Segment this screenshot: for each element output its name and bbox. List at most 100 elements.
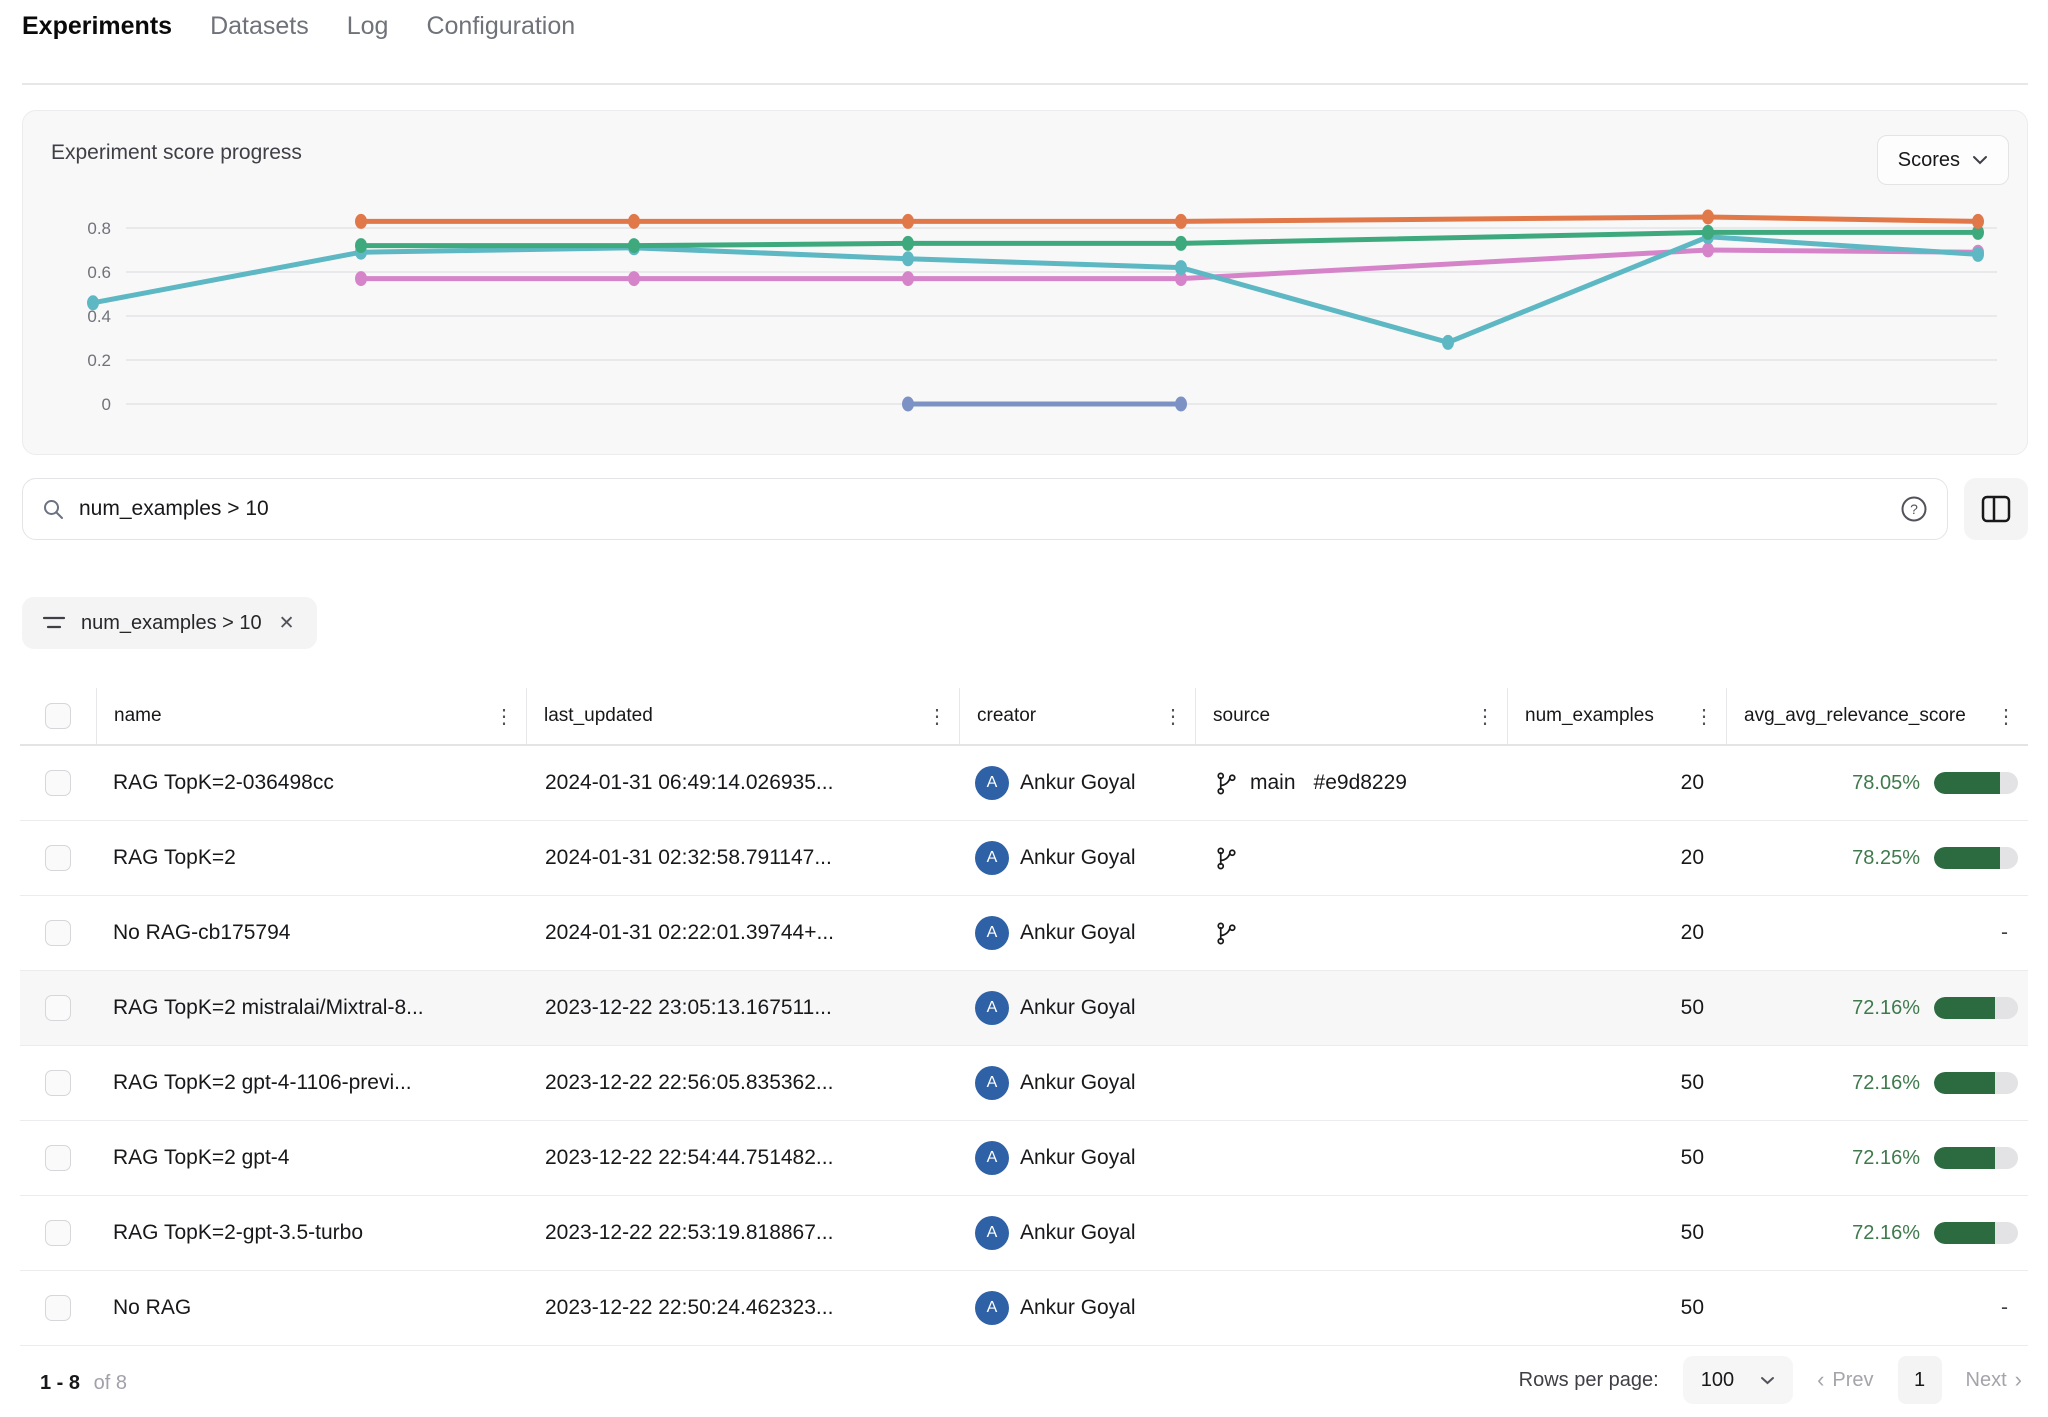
tab-configuration[interactable]: Configuration [426, 12, 575, 41]
row-checkbox[interactable] [45, 1220, 71, 1246]
creator-cell: AAnkur Goyal [959, 841, 1195, 875]
column-menu-icon[interactable]: ⋮ [927, 704, 959, 729]
filter-chip[interactable]: num_examples > 10 ✕ [22, 597, 317, 649]
experiment-name[interactable]: RAG TopK=2 mistralai/Mixtral-8... [96, 996, 526, 1020]
git-branch-icon-wrap [1215, 772, 1238, 795]
creator-cell: AAnkur Goyal [959, 1216, 1195, 1250]
prev-page-button[interactable]: ‹ Prev [1817, 1369, 1873, 1392]
column-header-last_updated[interactable]: last_updated⋮ [526, 688, 959, 744]
avatar: A [975, 1216, 1009, 1250]
source-cell: main#e9d8229 [1195, 771, 1507, 795]
table-row[interactable]: RAG TopK=2 mistralai/Mixtral-8...2023-12… [20, 971, 2028, 1046]
table-row[interactable]: RAG TopK=2 gpt-4-1106-previ...2023-12-22… [20, 1046, 2028, 1121]
row-checkbox[interactable] [45, 920, 71, 946]
score-percent: 78.25% [1852, 847, 1920, 870]
search-input[interactable] [79, 497, 1899, 521]
chevron-right-icon: › [2015, 1369, 2022, 1391]
creator-cell: AAnkur Goyal [959, 991, 1195, 1025]
column-menu-icon[interactable]: ⋮ [1996, 704, 2028, 729]
tab-datasets[interactable]: Datasets [210, 12, 309, 41]
search-icon [41, 497, 65, 521]
git-branch-icon [1215, 847, 1238, 870]
table-row[interactable]: RAG TopK=2-gpt-3.5-turbo2023-12-22 22:53… [20, 1196, 2028, 1271]
filter-chip-close-icon[interactable]: ✕ [277, 612, 297, 635]
relevance-score-cell: 78.25% [1726, 847, 2028, 870]
chevron-left-icon: ‹ [1817, 1369, 1824, 1391]
num-examples: 50 [1507, 1296, 1726, 1320]
last-updated: 2024-01-31 02:32:58.791147... [526, 846, 959, 870]
score-teal-point [902, 251, 914, 266]
column-menu-icon[interactable]: ⋮ [1475, 704, 1507, 729]
score-teal-point [87, 295, 99, 310]
table-row[interactable]: No RAG-cb1757942024-01-31 02:22:01.39744… [20, 896, 2028, 971]
experiment-name[interactable]: RAG TopK=2-gpt-3.5-turbo [96, 1221, 526, 1245]
experiment-name[interactable]: RAG TopK=2-036498cc [96, 771, 526, 795]
creator-name: Ankur Goyal [1020, 1296, 1136, 1320]
range-total-text: of 8 [94, 1372, 127, 1394]
current-page-button[interactable]: 1 [1898, 1356, 1942, 1404]
score-pink-point [355, 271, 367, 286]
row-checkbox[interactable] [45, 1070, 71, 1096]
relevance-score-cell: 78.05% [1726, 772, 2028, 795]
rows-per-page-select[interactable]: 100 [1683, 1356, 1793, 1404]
table-row[interactable]: RAG TopK=2-036498cc2024-01-31 06:49:14.0… [20, 746, 2028, 821]
score-pink-line [361, 250, 1978, 279]
table-row[interactable]: No RAG2023-12-22 22:50:24.462323...AAnku… [20, 1271, 2028, 1346]
search-bar[interactable]: ? [22, 478, 1948, 540]
experiment-name[interactable]: No RAG [96, 1296, 526, 1320]
filter-chip-label: num_examples > 10 [81, 612, 262, 635]
score-percent: 72.16% [1852, 1147, 1920, 1170]
table-row[interactable]: RAG TopK=22024-01-31 02:32:58.791147...A… [20, 821, 2028, 896]
prev-label: Prev [1832, 1369, 1873, 1392]
score-green-point [355, 238, 367, 253]
tab-log[interactable]: Log [347, 12, 389, 41]
tab-experiments[interactable]: Experiments [22, 12, 172, 41]
y-axis-tick: 0 [102, 395, 111, 414]
num-examples: 50 [1507, 1146, 1726, 1170]
score-blue-zero-point [902, 397, 914, 412]
split-panel-button[interactable] [1964, 478, 2028, 540]
row-checkbox[interactable] [45, 1145, 71, 1171]
column-header-source[interactable]: source⋮ [1195, 688, 1507, 744]
column-menu-icon[interactable]: ⋮ [494, 704, 526, 729]
next-page-button[interactable]: Next› [1966, 1369, 2022, 1392]
row-checkbox-cell [20, 995, 96, 1021]
score-orange-line [361, 217, 1978, 221]
select-all-checkbox[interactable] [45, 703, 71, 729]
column-header-name[interactable]: name⋮ [96, 688, 526, 744]
svg-text:?: ? [1910, 501, 1918, 517]
column-header-creator[interactable]: creator⋮ [959, 688, 1195, 744]
relevance-score-cell: - [1726, 1296, 2028, 1320]
score-bar [1934, 847, 2018, 869]
row-checkbox[interactable] [45, 1295, 71, 1321]
experiment-name[interactable]: No RAG-cb175794 [96, 921, 526, 945]
creator-cell: AAnkur Goyal [959, 766, 1195, 800]
scores-dropdown-button[interactable]: Scores [1877, 135, 2009, 185]
score-bar [1934, 1147, 2018, 1169]
row-checkbox[interactable] [45, 845, 71, 871]
relevance-score-cell: 72.16% [1726, 1147, 2028, 1170]
relevance-score-cell: 72.16% [1726, 1072, 2028, 1095]
git-branch-icon-wrap [1215, 922, 1238, 945]
scores-dropdown-label: Scores [1898, 149, 1960, 172]
y-axis-tick: 0.6 [87, 263, 111, 282]
row-checkbox[interactable] [45, 995, 71, 1021]
column-header-num_examples[interactable]: num_examples⋮ [1507, 688, 1726, 744]
creator-name: Ankur Goyal [1020, 921, 1136, 945]
row-checkbox[interactable] [45, 770, 71, 796]
experiment-name[interactable]: RAG TopK=2 gpt-4-1106-previ... [96, 1071, 526, 1095]
experiment-name[interactable]: RAG TopK=2 gpt-4 [96, 1146, 526, 1170]
column-menu-icon[interactable]: ⋮ [1163, 704, 1195, 729]
score-bar-fill [1934, 997, 1995, 1019]
help-icon[interactable]: ? [1899, 494, 1929, 524]
experiment-name[interactable]: RAG TopK=2 [96, 846, 526, 870]
creator-cell: AAnkur Goyal [959, 1141, 1195, 1175]
pagination-range: 1 - 8 of 8 [40, 1372, 127, 1395]
num-examples: 20 [1507, 771, 1726, 795]
git-branch-icon-wrap [1215, 847, 1238, 870]
column-header-avg_avg_relevance_score[interactable]: avg_avg_relevance_score⋮ [1726, 688, 2028, 744]
score-orange-point [355, 214, 367, 229]
column-menu-icon[interactable]: ⋮ [1694, 704, 1726, 729]
table-row[interactable]: RAG TopK=2 gpt-42023-12-22 22:54:44.7514… [20, 1121, 2028, 1196]
y-axis-tick: 0.2 [87, 351, 111, 370]
